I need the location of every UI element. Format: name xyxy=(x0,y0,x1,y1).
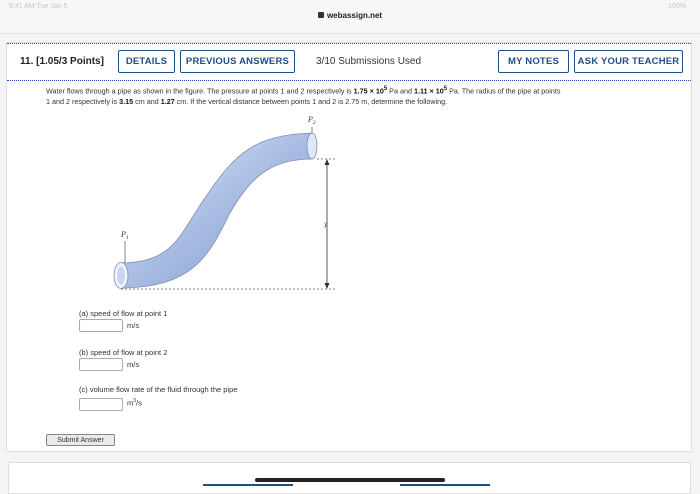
part-a-input[interactable] xyxy=(79,319,123,332)
part-b-unit: m/s xyxy=(127,360,140,369)
browser-top-bar: 9:41 AM Tue Jan 5 100% webassign.net xyxy=(0,0,700,34)
submissions-used: 3/10 Submissions Used xyxy=(316,56,422,67)
part-b-input[interactable] xyxy=(79,358,123,371)
part-c-input[interactable] xyxy=(79,398,123,411)
question-card: 11. [1.05/3 Points] DETAILS PREVIOUS ANS… xyxy=(6,42,692,452)
url-text: webassign.net xyxy=(326,11,383,20)
part-a-label: (a) speed of flow at point 1 xyxy=(79,309,168,318)
pipe-figure: P2 P1 y xyxy=(113,116,335,290)
details-button[interactable]: DETAILS xyxy=(118,50,175,73)
ask-your-teacher-button[interactable]: ASK YOUR TEACHER xyxy=(574,50,683,73)
part-a-unit: m/s xyxy=(127,321,140,330)
part-c-label: (c) volume flow rate of the fluid throug… xyxy=(79,385,238,394)
p1-label: P1 xyxy=(120,231,129,241)
problem-text: Water flows through a pipe as shown in t… xyxy=(46,86,561,107)
part-c-unit: m3/s xyxy=(127,398,142,408)
home-indicator xyxy=(255,478,445,482)
status-time: 9:41 AM Tue Jan 5 xyxy=(9,3,68,10)
next-card-button-edge-right xyxy=(400,484,490,486)
previous-answers-button[interactable]: PREVIOUS ANSWERS xyxy=(180,50,295,73)
my-notes-button[interactable]: MY NOTES xyxy=(498,50,569,73)
submit-answer-button[interactable]: Submit Answer xyxy=(46,434,115,446)
p2-label: P2 xyxy=(307,116,316,126)
pipe-body xyxy=(119,132,313,289)
next-card-button-edge-left xyxy=(203,484,293,486)
pipe-top-opening xyxy=(306,132,318,160)
lock-icon xyxy=(317,12,324,18)
address-bar[interactable]: webassign.net xyxy=(0,11,700,20)
question-number: 11. [1.05/3 Points] xyxy=(20,56,104,67)
y-label: y xyxy=(323,221,328,228)
part-b-label: (b) speed of flow at point 2 xyxy=(79,348,168,357)
status-battery: 100% xyxy=(668,3,686,10)
question-header: 11. [1.05/3 Points] DETAILS PREVIOUS ANS… xyxy=(7,43,691,81)
